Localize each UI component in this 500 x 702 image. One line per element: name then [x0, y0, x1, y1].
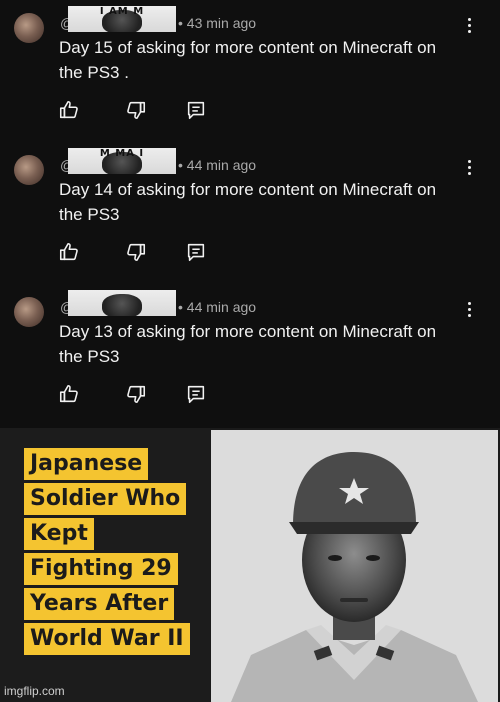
imgflip-watermark: imgflip.com [4, 684, 65, 698]
dislike-button[interactable] [125, 241, 147, 263]
soldier-portrait [211, 430, 498, 702]
caption-line: Soldier Who [24, 483, 187, 515]
reply-icon [187, 101, 205, 120]
meme-image-panel: Japanese Soldier Who Kept Fighting 29 Ye… [0, 428, 500, 702]
like-button[interactable] [58, 241, 80, 263]
comment-text: Day 15 of asking for more content on Min… [59, 35, 459, 85]
caption-line: Years After [24, 588, 175, 620]
comment-text-line: Day 13 of asking for more content on Min… [59, 322, 437, 341]
thumbs-up-icon [59, 100, 78, 119]
reply-button[interactable] [185, 241, 207, 263]
caption-line: Fighting 29 [24, 553, 178, 585]
handle-meme-image[interactable] [68, 290, 176, 316]
comment-item: @ M MA I • 44 min ago Day 14 of asking f… [0, 142, 500, 282]
reply-icon [187, 385, 205, 404]
handle-meme-text: M MA I [99, 148, 145, 159]
comment-text: Day 13 of asking for more content on Min… [59, 319, 459, 369]
comment-text: Day 14 of asking for more content on Min… [59, 177, 459, 227]
comment-text-line: Day 14 of asking for more content on Min… [59, 180, 437, 199]
caption-line: Japanese [24, 448, 149, 480]
reply-icon [187, 243, 205, 262]
comment-menu-button[interactable] [464, 16, 476, 36]
handle-meme-image[interactable]: M MA I [68, 148, 176, 174]
thumbs-up-icon [59, 384, 78, 403]
like-button[interactable] [58, 99, 80, 121]
avatar[interactable] [14, 155, 44, 185]
handle-meme-image[interactable]: I AM M [68, 6, 176, 32]
caption-line: Kept [24, 518, 94, 550]
comment-timestamp[interactable]: • 44 min ago [178, 299, 256, 315]
comment-item: @ I AM M • 43 min ago Day 15 of asking f… [0, 0, 500, 140]
comment-item: @ • 44 min ago Day 13 of asking for more… [0, 284, 500, 424]
comment-timestamp[interactable]: • 44 min ago [178, 157, 256, 173]
meme-face-graphic [102, 294, 142, 316]
thumbs-down-icon [127, 101, 146, 120]
avatar[interactable] [14, 13, 44, 43]
comment-menu-button[interactable] [464, 158, 476, 178]
comment-text-line: Day 15 of asking for more content on Min… [59, 38, 437, 57]
soldier-portrait-graphic [211, 430, 498, 702]
comment-timestamp[interactable]: • 43 min ago [178, 15, 256, 31]
comment-text-line: the PS3 [59, 205, 120, 224]
thumbs-up-icon [59, 242, 78, 261]
comment-text-line: the PS3 . [59, 63, 129, 82]
comment-menu-button[interactable] [464, 300, 476, 320]
thumbs-down-icon [127, 243, 146, 262]
handle-meme-text: I AM M [99, 6, 145, 17]
caption-line: World War II [24, 623, 190, 655]
thumbs-down-icon [127, 385, 146, 404]
meme-caption-panel: Japanese Soldier Who Kept Fighting 29 Ye… [0, 428, 210, 702]
reply-button[interactable] [185, 99, 207, 121]
reply-button[interactable] [185, 383, 207, 405]
dislike-button[interactable] [125, 383, 147, 405]
dislike-button[interactable] [125, 99, 147, 121]
comment-list: @ I AM M • 43 min ago Day 15 of asking f… [0, 0, 500, 428]
like-button[interactable] [58, 383, 80, 405]
comment-text-line: the PS3 [59, 347, 120, 366]
avatar[interactable] [14, 297, 44, 327]
